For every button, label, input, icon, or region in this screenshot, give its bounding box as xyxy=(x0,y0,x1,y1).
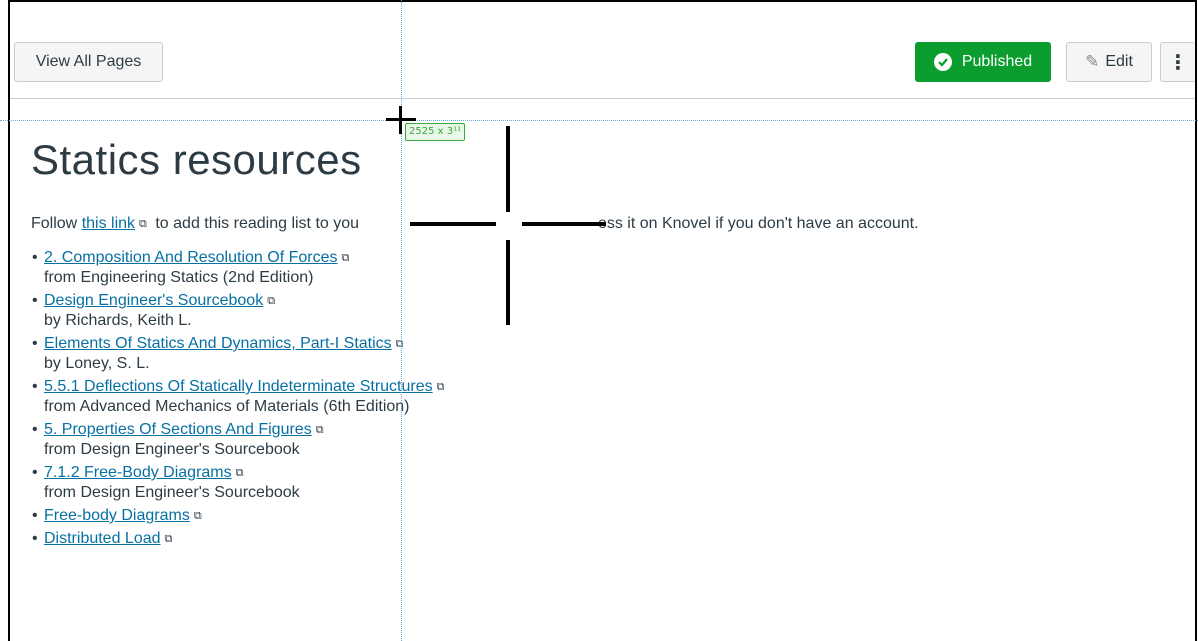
edit-button[interactable]: ✎ Edit xyxy=(1066,42,1152,82)
resource-link[interactable]: 5.5.1 Deflections Of Statically Indeterm… xyxy=(44,378,433,395)
list-item: Free-body Diagrams⧉ xyxy=(32,506,1195,526)
external-link-icon: ⧉ xyxy=(193,510,202,522)
edit-label: Edit xyxy=(1105,53,1133,70)
resource-link[interactable]: Distributed Load xyxy=(44,530,161,547)
large-crosshair-right xyxy=(522,222,606,226)
intro-after: access it on Knovel if you don't have an… xyxy=(573,215,919,232)
selection-size-readout: 2525 x 3¹¹ xyxy=(405,123,466,141)
resource-detail: by Richards, Keith L. xyxy=(44,312,192,329)
published-label: Published xyxy=(961,53,1033,70)
resource-link[interactable]: Design Engineer's Sourcebook xyxy=(44,292,263,309)
intro-before: Follow xyxy=(31,215,82,232)
published-button[interactable]: Published xyxy=(915,42,1051,82)
list-item: Design Engineer's Sourcebook ⧉ by Richard… xyxy=(32,291,1195,331)
page-title: Statics resources xyxy=(31,136,362,183)
resource-link[interactable]: 5. Properties Of Sections And Figures xyxy=(44,421,312,438)
large-crosshair-bottom xyxy=(506,240,510,325)
page-frame: View All Pages Published ✎ Edit ⋮ Static… xyxy=(8,0,1197,641)
pencil-icon: ✎ xyxy=(1085,52,1100,71)
guide-line-vertical xyxy=(401,0,402,641)
resource-detail: from Engineering Statics (2nd Edition) xyxy=(44,269,314,286)
external-link-icon: ⧉ xyxy=(267,295,276,307)
list-item: 5.5.1 Deflections Of Statically Indeterm… xyxy=(32,377,1195,417)
resource-detail: from Advanced Mechanics of Materials (6t… xyxy=(44,398,410,415)
resource-list: 2. Composition And Resolution Of Forces ⧉… xyxy=(31,248,1195,549)
page-content: Statics resources Follow this link ⧉ to a… xyxy=(31,136,1195,552)
resource-link[interactable]: 7.1.2 Free-Body Diagrams xyxy=(44,464,232,481)
external-link-icon: ⧉ xyxy=(164,533,173,545)
check-circle-icon xyxy=(933,53,952,71)
external-link-icon: ⧉ xyxy=(395,338,404,350)
external-link-icon: ⧉ xyxy=(341,252,350,264)
resource-link[interactable]: 2. Composition And Resolution Of Forces xyxy=(44,249,337,266)
guide-line-horizontal xyxy=(0,120,1198,121)
list-item: 2. Composition And Resolution Of Forces ⧉… xyxy=(32,248,1195,288)
intro-middle: to add this reading list to you xyxy=(150,215,360,232)
more-options-button[interactable]: ⋮ xyxy=(1160,42,1195,82)
external-link-icon: ⧉ xyxy=(235,467,244,479)
large-crosshair-left xyxy=(410,222,496,226)
list-item: 7.1.2 Free-Body Diagrams⧉ from Design En… xyxy=(32,463,1195,503)
intro-paragraph: Follow this link ⧉ to add this reading li… xyxy=(31,214,1195,234)
large-crosshair-top xyxy=(506,126,510,212)
resource-link[interactable]: Elements Of Statics And Dynamics, Part-I… xyxy=(44,335,392,352)
external-link-icon: ⧉ xyxy=(315,424,324,436)
list-item: 5. Properties Of Sections And Figures⧉ f… xyxy=(32,420,1195,460)
intro-link[interactable]: this link xyxy=(82,215,135,232)
resource-detail: from Design Engineer's Sourcebook xyxy=(44,484,300,501)
list-item: Distributed Load⧉ xyxy=(32,529,1195,549)
resource-detail: from Design Engineer's Sourcebook xyxy=(44,441,300,458)
external-link-icon: ⧉ xyxy=(139,218,147,230)
view-all-pages-button[interactable]: View All Pages xyxy=(14,42,163,82)
list-item: Elements Of Statics And Dynamics, Part-I… xyxy=(32,334,1195,374)
resource-link[interactable]: Free-body Diagrams xyxy=(44,507,190,524)
external-link-icon: ⧉ xyxy=(436,381,445,393)
page-header: View All Pages Published ✎ Edit ⋮ xyxy=(10,2,1195,99)
resource-detail: by Loney, S. L. xyxy=(44,355,150,372)
